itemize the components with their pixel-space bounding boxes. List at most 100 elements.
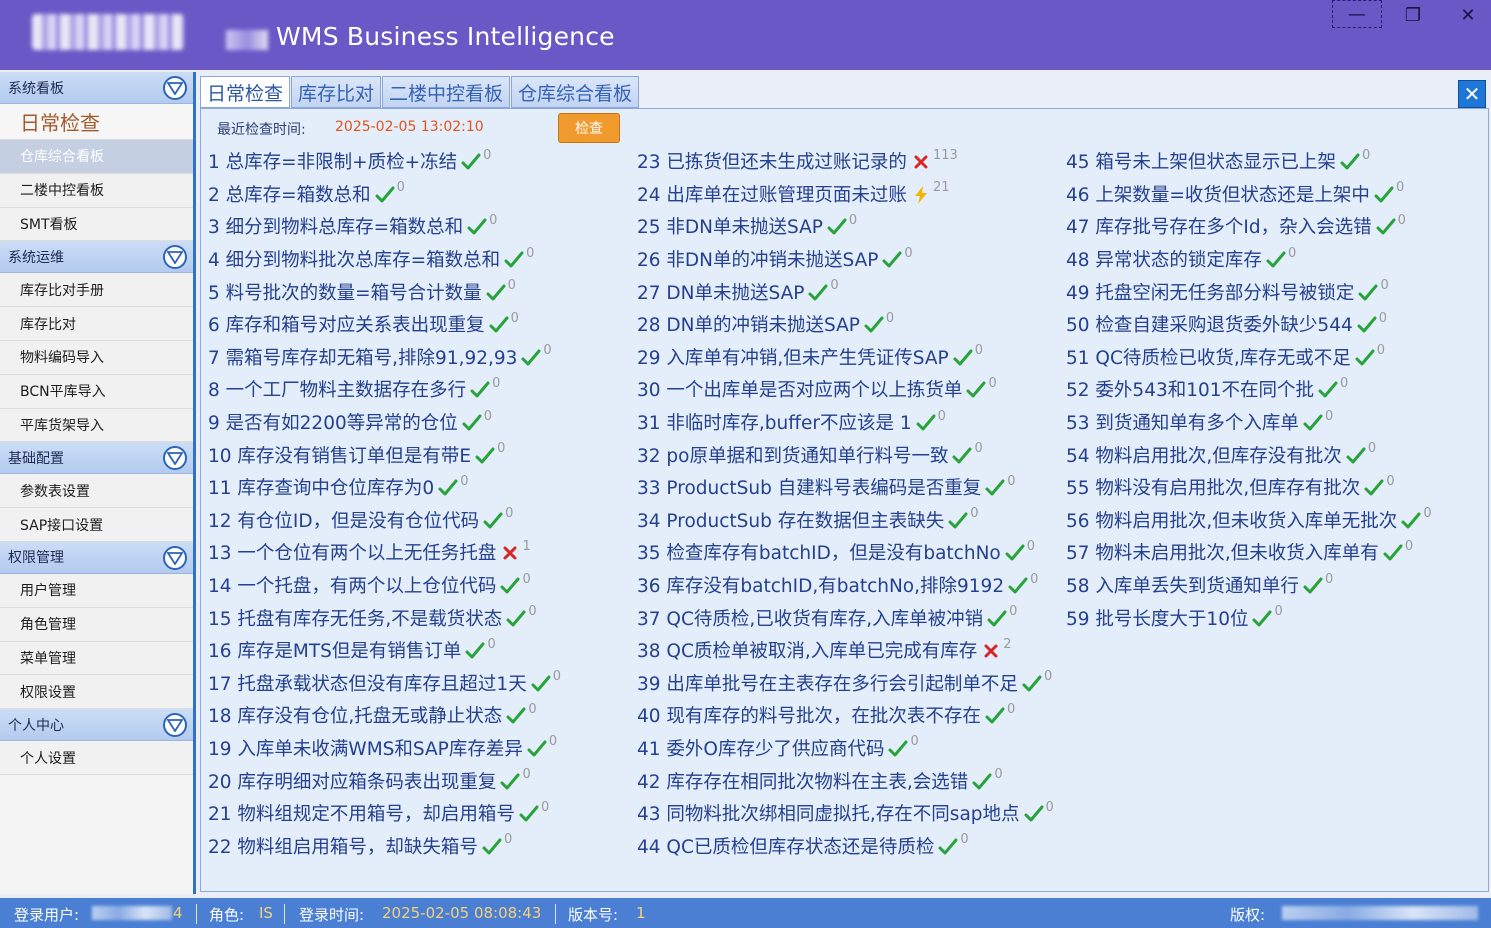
check-item[interactable]: 59 批号长度大于10位 0 xyxy=(1066,601,1432,634)
minimize-button[interactable]: — xyxy=(1332,0,1382,28)
check-item[interactable]: 26 非DN单的冲销未抛送SAP 0 xyxy=(637,243,1054,276)
check-item[interactable]: 20 库存明细对应箱条码表出现重复 0 xyxy=(208,764,561,797)
check-item[interactable]: 40 现有库存的料号批次，在批次表不存在 0 xyxy=(637,699,1054,732)
check-item[interactable]: 8 一个工厂物料主数据存在多行 0 xyxy=(208,373,561,406)
check-item[interactable]: 35 检查库存有batchID，但是没有batchNo 0 xyxy=(637,536,1054,569)
collapse-toggle-icon[interactable] xyxy=(163,245,187,270)
sidebar-item[interactable]: 库存比对 xyxy=(0,307,193,341)
sidebar-group-header[interactable]: 权限管理 xyxy=(0,541,193,574)
maximize-button[interactable]: ❐ xyxy=(1388,0,1438,30)
check-item-count: 0 xyxy=(974,343,983,359)
check-item[interactable]: 30 一个出库单是否对应两个以上拣货单 0 xyxy=(637,373,1054,406)
check-item-count: 0 xyxy=(1397,212,1406,228)
check-item-label: 17 托盘承载状态但没有库存且超过1天 xyxy=(208,673,527,695)
check-item[interactable]: 29 入库单有冲销,但未产生凭证传SAP 0 xyxy=(637,341,1054,374)
sidebar-item[interactable]: SMT看板 xyxy=(0,207,193,242)
check-item[interactable]: 52 委外543和101不在同个批 0 xyxy=(1066,373,1432,406)
check-item[interactable]: 18 库存没有仓位,托盘无或静止状态 0 xyxy=(208,699,561,732)
sidebar-item[interactable]: 二楼中控看板 xyxy=(0,173,193,208)
check-item[interactable]: 9 是否有如2200等异常的仓位 0 xyxy=(208,406,561,439)
sidebar-group-header[interactable]: 基础配置 xyxy=(0,442,193,475)
check-item[interactable]: 55 物料没有启用批次,但库存有批次 0 xyxy=(1066,471,1432,504)
check-item[interactable]: 43 同物料批次绑相同虚拟托,存在不同sap地点 0 xyxy=(637,797,1054,830)
sidebar-item[interactable]: 日常检查 xyxy=(0,104,193,140)
check-item[interactable]: 21 物料组规定不用箱号，却启用箱号 0 xyxy=(208,797,561,830)
sidebar-item[interactable]: 个人设置 xyxy=(0,741,193,775)
check-item[interactable]: 13 一个仓位有两个以上无任务托盘 1 xyxy=(208,536,561,569)
sidebar-item[interactable]: 物料编码导入 xyxy=(0,340,193,375)
check-item[interactable]: 11 库存查询中仓位库存为0 0 xyxy=(208,471,561,504)
check-item[interactable]: 22 物料组启用箱号，却缺失箱号 0 xyxy=(208,829,561,862)
check-item[interactable]: 31 非临时库存,buffer不应该是 1 0 xyxy=(637,406,1054,439)
check-item[interactable]: 49 托盘空闲无任务部分料号被锁定 0 xyxy=(1066,275,1432,308)
check-item[interactable]: 7 需箱号库存却无箱号,排除91,92,93 0 xyxy=(208,341,561,374)
sidebar-group-header[interactable]: 个人中心 xyxy=(0,709,193,742)
check-item[interactable]: 54 物料启用批次,但库存没有批次 0 xyxy=(1066,438,1432,471)
check-item[interactable]: 39 出库单批号在主表存在多行会引起制单不足 0 xyxy=(637,667,1054,700)
check-item[interactable]: 24 出库单在过账管理页面未过账 21 xyxy=(637,178,1054,211)
check-item[interactable]: 12 有仓位ID，但是没有仓位代码 0 xyxy=(208,504,561,537)
check-item[interactable]: 10 库存没有销售订单但是有带E 0 xyxy=(208,438,561,471)
check-item[interactable]: 51 QC待质检已收货,库存无或不足 0 xyxy=(1066,341,1432,374)
sidebar-item[interactable]: 用户管理 xyxy=(0,573,193,608)
collapse-toggle-icon[interactable] xyxy=(163,545,187,570)
sidebar-item[interactable]: 库存比对手册 xyxy=(0,273,193,308)
tab[interactable]: 仓库综合看板 xyxy=(511,76,640,108)
check-item[interactable]: 6 库存和箱号对应关系表出现重复 0 xyxy=(208,308,561,341)
collapse-toggle-icon[interactable] xyxy=(163,446,187,471)
tab[interactable]: 二楼中控看板 xyxy=(382,76,511,108)
check-item[interactable]: 36 库存没有batchID,有batchNo,排除9192 0 xyxy=(637,569,1054,602)
check-button[interactable]: 检查 xyxy=(558,113,620,143)
check-item[interactable]: 38 QC质检单被取消,入库单已完成有库存 2 xyxy=(637,634,1054,667)
sidebar-item[interactable]: 角色管理 xyxy=(0,607,193,642)
check-item[interactable]: 44 QC已质检但库存状态还是待质检 0 xyxy=(637,829,1054,862)
check-item[interactable]: 34 ProductSub 存在数据但主表缺失 0 xyxy=(637,504,1054,537)
sidebar-item[interactable]: SAP接口设置 xyxy=(0,508,193,542)
check-item[interactable]: 2 总库存=箱数总和 0 xyxy=(208,178,561,211)
check-item[interactable]: 48 异常状态的锁定库存 0 xyxy=(1066,243,1432,276)
check-item-label: 41 委外O库存少了供应商代码 xyxy=(637,738,885,760)
check-item[interactable]: 46 上架数量=收货但状态还是上架中 0 xyxy=(1066,178,1432,211)
check-item[interactable]: 37 QC待质检,已收货有库存,入库单被冲销 0 xyxy=(637,601,1054,634)
sidebar-item[interactable]: 权限设置 xyxy=(0,675,193,710)
tab[interactable]: 日常检查 xyxy=(200,76,291,108)
close-window-button[interactable]: ✕ xyxy=(1443,0,1491,30)
check-item[interactable]: 45 箱号未上架但状态显示已上架 0 xyxy=(1066,145,1432,178)
check-item-label: 38 QC质检单被取消,入库单已完成有库存 xyxy=(637,641,978,663)
check-item[interactable]: 25 非DN单未抛送SAP 0 xyxy=(637,210,1054,243)
check-item[interactable]: 47 库存批号存在多个Id，杂入会选错 0 xyxy=(1066,210,1432,243)
check-item[interactable]: 53 到货通知单有多个入库单 0 xyxy=(1066,406,1432,439)
sidebar-item[interactable]: 参数表设置 xyxy=(0,474,193,509)
check-item[interactable]: 27 DN单未抛送SAP 0 xyxy=(637,275,1054,308)
tab[interactable]: 库存比对 xyxy=(291,76,382,108)
check-item[interactable]: 16 库存是MTS但是有销售订单 0 xyxy=(208,634,561,667)
collapse-toggle-icon[interactable] xyxy=(163,76,187,100)
check-item[interactable]: 1 总库存=非限制+质检+冻结 0 xyxy=(208,145,561,178)
check-item[interactable]: 4 细分到物料批次总库存=箱数总和 0 xyxy=(208,243,561,276)
sidebar-group-header[interactable]: 系统运维 xyxy=(0,241,193,274)
check-item[interactable]: 33 ProductSub 自建料号表编码是否重复 0 xyxy=(637,471,1054,504)
check-item[interactable]: 15 托盘有库存无任务,不是载货状态 0 xyxy=(208,601,561,634)
check-item[interactable]: 19 入库单未收满WMS和SAP库存差异 0 xyxy=(208,732,561,765)
check-item[interactable]: 56 物料启用批次,但未收货入库单无批次 0 xyxy=(1066,504,1432,537)
check-item[interactable]: 32 po原单据和到货通知单行料号一致 0 xyxy=(637,438,1054,471)
check-item[interactable]: 41 委外O库存少了供应商代码 0 xyxy=(637,732,1054,765)
check-item[interactable]: 17 托盘承载状态但没有库存且超过1天 0 xyxy=(208,667,561,700)
sidebar-item[interactable]: 菜单管理 xyxy=(0,641,193,676)
check-item[interactable]: 28 DN单的冲销未抛送SAP 0 xyxy=(637,308,1054,341)
close-tab-button[interactable]: ✕ xyxy=(1458,80,1486,108)
sidebar-group-header[interactable]: 系统看板 xyxy=(0,72,193,104)
check-item[interactable]: 23 已拣货但还未生成过账记录的 113 xyxy=(637,145,1054,178)
check-item[interactable]: 14 一个托盘，有两个以上仓位代码 0 xyxy=(208,569,561,602)
check-item[interactable]: 50 检查自建采购退货委外缺少544 0 xyxy=(1066,308,1432,341)
check-item[interactable]: 3 细分到物料总库存=箱数总和 0 xyxy=(208,210,561,243)
check-item[interactable]: 57 物料未启用批次,但未收货入库单有 0 xyxy=(1066,536,1432,569)
sidebar-item[interactable]: 仓库综合看板 xyxy=(0,140,193,174)
collapse-toggle-icon[interactable] xyxy=(163,713,187,738)
sidebar-item[interactable]: 平库货架导入 xyxy=(0,408,193,443)
check-item[interactable]: 42 库存存在相同批次物料在主表,会选错 0 xyxy=(637,764,1054,797)
check-item[interactable]: 5 料号批次的数量=箱号合计数量 0 xyxy=(208,275,561,308)
sidebar-item[interactable]: BCN平库导入 xyxy=(0,374,193,409)
check-item[interactable]: 58 入库单丢失到货通知单行 0 xyxy=(1066,569,1432,602)
divider xyxy=(555,904,556,924)
